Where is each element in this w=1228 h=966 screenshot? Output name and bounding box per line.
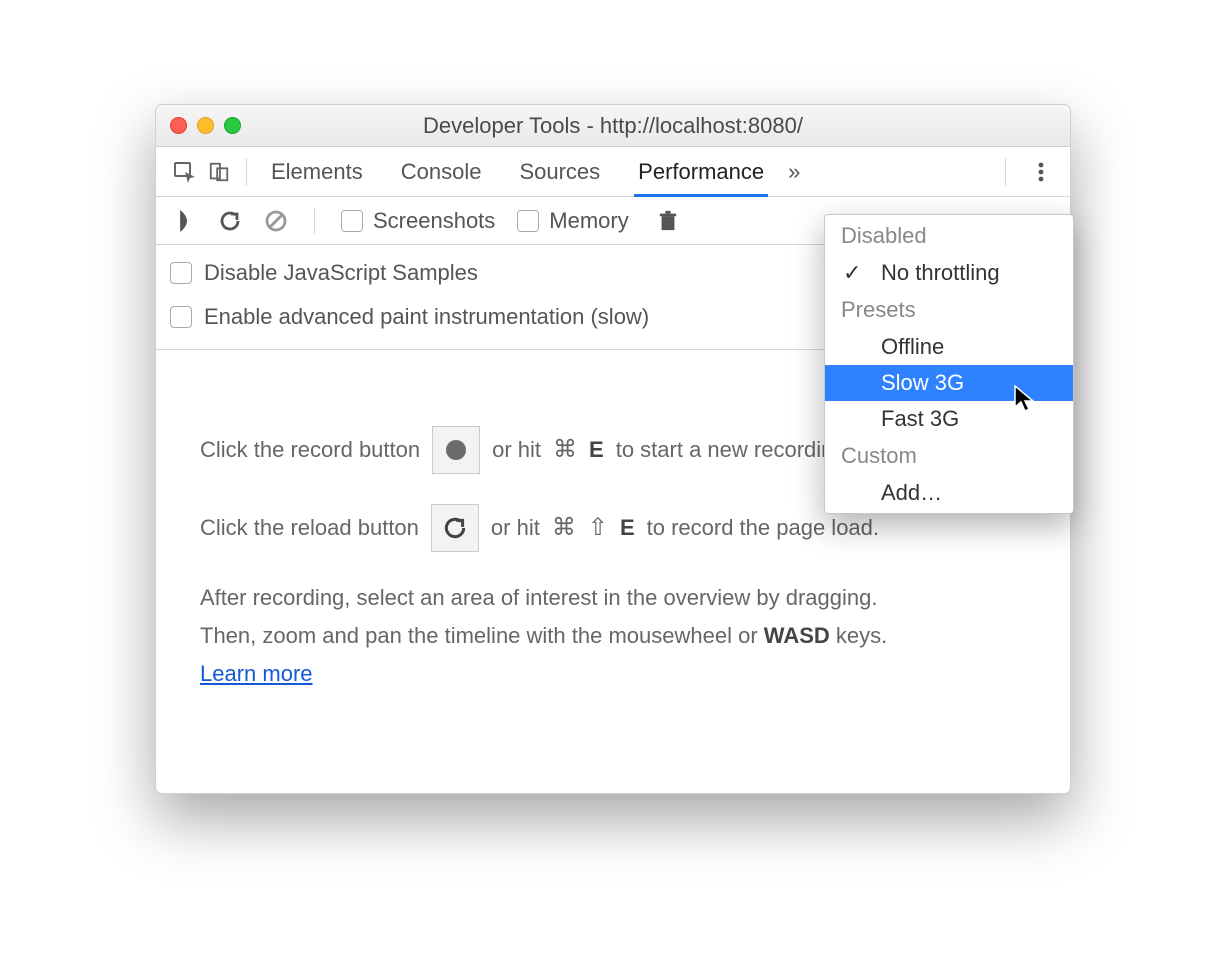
zoom-window-button[interactable] bbox=[224, 117, 241, 134]
cmd-key-icon: ⌘ bbox=[553, 432, 577, 467]
reload-icon[interactable] bbox=[218, 209, 242, 233]
text: keys. bbox=[830, 623, 887, 648]
trash-icon[interactable] bbox=[657, 209, 679, 233]
device-toggle-icon[interactable] bbox=[202, 161, 236, 183]
opt-label: Offline bbox=[881, 334, 944, 360]
reload-button[interactable] bbox=[431, 504, 479, 552]
separator bbox=[246, 158, 247, 186]
tab-sources[interactable]: Sources bbox=[515, 147, 604, 197]
opt-label: No throttling bbox=[881, 260, 1000, 286]
tab-elements[interactable]: Elements bbox=[267, 147, 367, 197]
record-dot-icon bbox=[446, 440, 466, 460]
opt-label: Fast 3G bbox=[881, 406, 959, 432]
wasd-keys: WASD bbox=[764, 623, 830, 648]
minimize-window-button[interactable] bbox=[197, 117, 214, 134]
text: or hit bbox=[491, 512, 540, 544]
opt-label: Add… bbox=[881, 480, 942, 506]
text: or hit bbox=[492, 434, 541, 466]
cmd-key-icon: ⌘ bbox=[552, 510, 576, 545]
hint-paragraph-1: After recording, select an area of inter… bbox=[200, 582, 1026, 614]
key-e: E bbox=[589, 434, 604, 466]
checkbox-icon bbox=[517, 210, 539, 232]
record-icon[interactable] bbox=[178, 210, 196, 232]
opt-label: Slow 3G bbox=[881, 370, 964, 396]
tabs-overflow[interactable]: » bbox=[788, 159, 800, 185]
text: Click the record button bbox=[200, 434, 420, 466]
dropdown-option-no-throttling[interactable]: ✓ No throttling bbox=[825, 255, 1073, 291]
checkmark-icon: ✓ bbox=[843, 260, 861, 286]
text: Then, zoom and pan the timeline with the… bbox=[200, 623, 764, 648]
screenshots-label: Screenshots bbox=[373, 208, 495, 234]
key-e: E bbox=[620, 512, 635, 544]
kebab-menu-icon[interactable] bbox=[1024, 160, 1058, 184]
network-throttling-dropdown[interactable]: Disabled ✓ No throttling Presets Offline… bbox=[824, 214, 1074, 514]
learn-more-link[interactable]: Learn more bbox=[200, 661, 313, 686]
main-tabbar: Elements Console Sources Performance » bbox=[156, 147, 1070, 197]
panel-tabs: Elements Console Sources Performance bbox=[267, 147, 768, 197]
titlebar: Developer Tools - http://localhost:8080/ bbox=[156, 105, 1070, 147]
separator bbox=[1005, 158, 1006, 186]
inspect-element-icon[interactable] bbox=[168, 160, 202, 184]
tab-performance[interactable]: Performance bbox=[634, 147, 768, 197]
screenshots-checkbox[interactable]: Screenshots bbox=[341, 208, 495, 234]
dropdown-group-disabled: Disabled bbox=[825, 217, 1073, 255]
hint-paragraph-2: Then, zoom and pan the timeline with the… bbox=[200, 620, 1026, 652]
clear-icon[interactable] bbox=[264, 209, 288, 233]
text: to record the page load. bbox=[647, 512, 879, 544]
record-button[interactable] bbox=[432, 426, 480, 474]
dropdown-group-presets: Presets bbox=[825, 291, 1073, 329]
window-traffic-lights bbox=[170, 117, 241, 134]
separator bbox=[314, 208, 315, 234]
memory-label: Memory bbox=[549, 208, 628, 234]
text: Click the reload button bbox=[200, 512, 419, 544]
dropdown-group-custom: Custom bbox=[825, 437, 1073, 475]
cursor-icon bbox=[1014, 385, 1036, 413]
shift-key-icon: ⇧ bbox=[588, 510, 608, 545]
memory-checkbox[interactable]: Memory bbox=[517, 208, 628, 234]
dropdown-option-offline[interactable]: Offline bbox=[825, 329, 1073, 365]
checkbox-icon[interactable] bbox=[170, 262, 192, 284]
tab-console[interactable]: Console bbox=[397, 147, 486, 197]
text: to start a new recording. bbox=[616, 434, 852, 466]
dropdown-option-add[interactable]: Add… bbox=[825, 475, 1073, 511]
checkbox-icon bbox=[341, 210, 363, 232]
checkbox-icon[interactable] bbox=[170, 306, 192, 328]
window-title: Developer Tools - http://localhost:8080/ bbox=[170, 113, 1056, 139]
close-window-button[interactable] bbox=[170, 117, 187, 134]
